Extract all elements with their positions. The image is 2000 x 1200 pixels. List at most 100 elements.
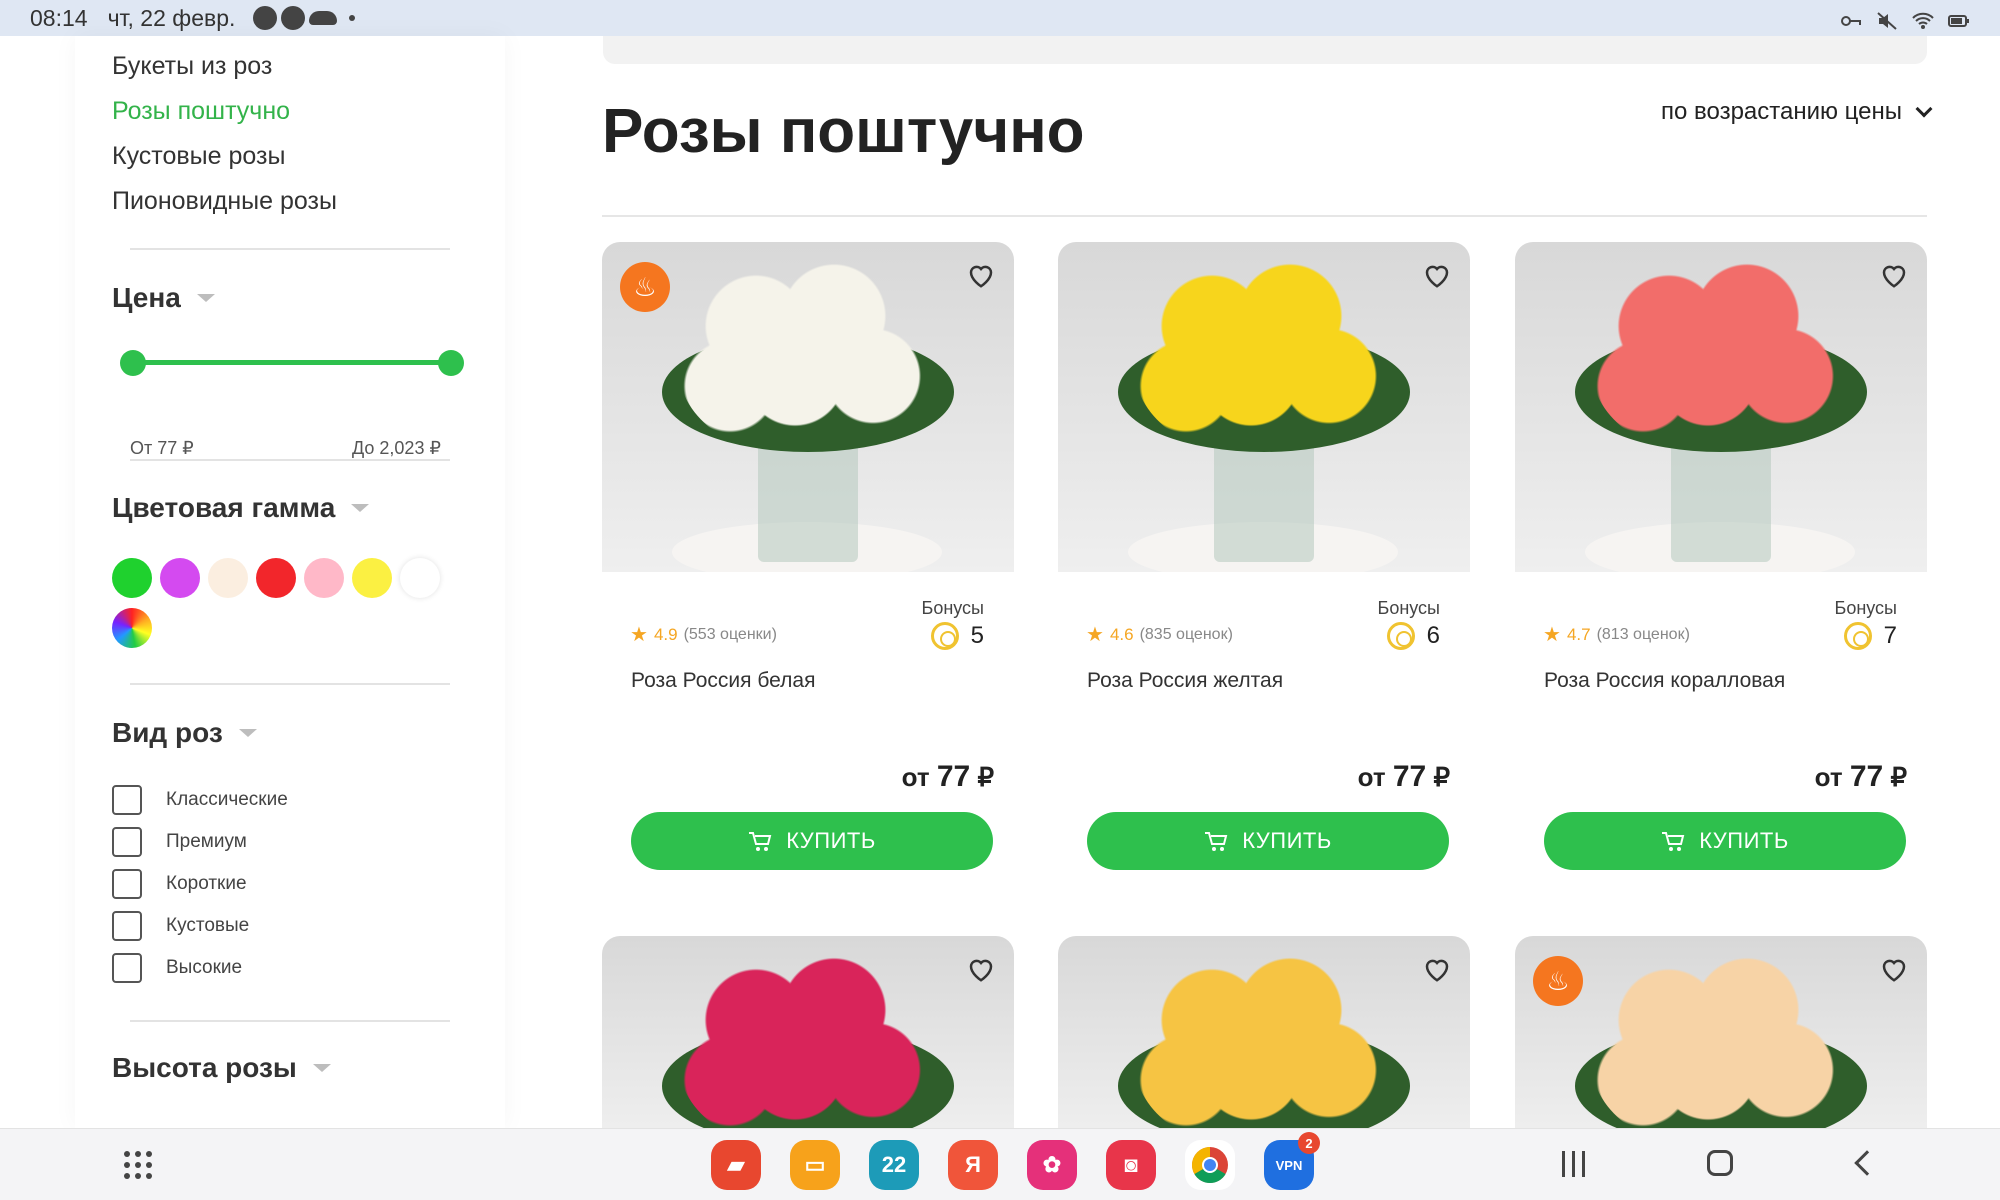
rose-type-option[interactable]: Высокие — [112, 953, 242, 983]
buy-button[interactable]: КУПИТЬ — [1087, 812, 1449, 870]
rose-type-option[interactable]: Классические — [112, 785, 288, 815]
vpn-app-icon[interactable]: VPN 2 — [1264, 1132, 1320, 1190]
bonus-coin-icon — [930, 622, 959, 650]
product-image[interactable] — [1058, 936, 1470, 1128]
color-swatch[interactable] — [256, 558, 296, 598]
bonus-points: 6 — [1386, 622, 1440, 650]
bouquet-flowers — [678, 256, 938, 456]
caret-down-icon — [238, 729, 257, 737]
product-name[interactable]: Роза Россия желтая — [1087, 669, 1283, 693]
color-swatch[interactable] — [352, 558, 392, 598]
product-image[interactable] — [1515, 242, 1927, 572]
bonus-points: 5 — [930, 622, 984, 650]
buy-button[interactable]: КУПИТЬ — [631, 812, 993, 870]
status-time: 08:14 — [30, 4, 88, 31]
product-card: ♨ ★ 4.9 (553 оценки) Бонусы 5 Роза Россия бела… — [602, 242, 1014, 882]
checkbox[interactable] — [112, 827, 142, 857]
category-link-bouquets[interactable]: Букеты из роз — [112, 52, 272, 81]
key-icon — [1840, 9, 1862, 27]
checkbox[interactable] — [112, 869, 142, 899]
color-filter-toggle[interactable]: Цветовая гамма — [112, 492, 370, 524]
product-image[interactable]: ♨ — [1515, 936, 1927, 1128]
price-slider-track[interactable] — [133, 360, 451, 365]
price-slider-max-handle[interactable] — [438, 350, 464, 376]
mute-icon — [1876, 9, 1898, 30]
bouquet-flowers — [1591, 256, 1851, 456]
product-image[interactable] — [602, 936, 1014, 1128]
divider — [130, 1020, 450, 1022]
price-amount: 77 — [1392, 760, 1427, 793]
color-swatch[interactable] — [112, 558, 152, 598]
checkbox[interactable] — [112, 785, 142, 815]
camera-app-icon[interactable]: ◙ — [1106, 1140, 1156, 1190]
sort-dropdown[interactable]: по возрастанию цены — [1661, 98, 1933, 126]
app-drawer-icon[interactable] — [124, 1151, 152, 1179]
favorite-heart-icon[interactable] — [1879, 260, 1909, 290]
chevron-down-icon — [1915, 100, 1933, 118]
product-image[interactable]: ♨ — [602, 242, 1014, 572]
divider — [602, 215, 1927, 217]
price-slider-min-handle[interactable] — [120, 350, 146, 376]
color-swatch[interactable] — [208, 558, 248, 598]
back-button[interactable] — [1854, 1150, 1880, 1176]
color-swatch[interactable] — [160, 558, 200, 598]
bonus-coin-icon — [1386, 622, 1415, 650]
checkbox[interactable] — [112, 911, 142, 941]
bonus-value: 7 — [1883, 622, 1897, 649]
recent-apps-button[interactable] — [1562, 1151, 1590, 1177]
product-name[interactable]: Роза Россия белая — [631, 669, 815, 693]
rose-type-option[interactable]: Премиум — [112, 827, 247, 857]
chrome-app-icon[interactable] — [1185, 1140, 1235, 1190]
checkbox-label: Премиум — [166, 831, 247, 852]
top-banner-strip — [603, 36, 1927, 64]
buy-button[interactable]: КУПИТЬ — [1544, 812, 1906, 870]
price-filter-title: Цена — [112, 282, 181, 313]
bouquet-flowers — [1591, 950, 1851, 1128]
yandex-app-icon[interactable]: Я — [948, 1140, 998, 1190]
notification-icon — [253, 6, 278, 30]
category-link-spray-roses[interactable]: Кустовые розы — [112, 142, 285, 171]
category-link-single-roses[interactable]: Розы поштучно — [112, 97, 290, 126]
notes-app-icon[interactable]: ▰ — [711, 1140, 761, 1190]
files-app-icon[interactable]: ▭ — [790, 1140, 840, 1190]
bonus-label: Бонусы — [1834, 598, 1898, 618]
filter-sidebar: Букеты из роз Розы поштучно Кустовые роз… — [75, 36, 505, 1128]
gallery-app-icon[interactable]: ✿ — [1027, 1140, 1077, 1190]
rose-type-option[interactable]: Кустовые — [112, 911, 249, 941]
height-filter-toggle[interactable]: Высота розы — [112, 1052, 331, 1084]
bonus-points: 7 — [1843, 622, 1897, 650]
price-filter-toggle[interactable]: Цена — [112, 282, 215, 314]
rose-type-option[interactable]: Короткие — [112, 869, 247, 899]
favorite-heart-icon[interactable] — [1879, 954, 1909, 984]
rating-count: (835 оценок) — [1139, 625, 1233, 643]
product-price: от 77 ₽ — [902, 760, 994, 794]
color-swatch-multicolor[interactable] — [112, 608, 152, 648]
rating-score: 4.7 — [1566, 624, 1591, 644]
notification-icon — [281, 6, 306, 30]
favorite-heart-icon[interactable] — [966, 260, 996, 290]
caret-down-icon — [196, 294, 215, 302]
favorite-heart-icon[interactable] — [966, 954, 996, 984]
fire-icon: ♨ — [1533, 956, 1583, 1006]
category-link-peony-roses[interactable]: Пионовидные розы — [112, 187, 337, 216]
wifi-icon — [1912, 9, 1934, 29]
battery-icon — [1948, 9, 1970, 27]
calendar-app-icon[interactable]: 22 — [869, 1140, 919, 1190]
product-name[interactable]: Роза Россия коралловая — [1544, 669, 1785, 693]
price-to-label: До 2,023 ₽ — [352, 438, 441, 458]
rose-type-filter-toggle[interactable]: Вид роз — [112, 717, 257, 749]
cloud-icon — [309, 11, 338, 25]
divider — [130, 459, 450, 461]
checkbox-label: Кустовые — [166, 915, 250, 936]
product-image[interactable] — [1058, 242, 1470, 572]
favorite-heart-icon[interactable] — [1422, 954, 1452, 984]
color-swatch[interactable] — [400, 558, 440, 598]
bonus-value: 5 — [970, 622, 984, 649]
status-bar: 08:14 чт, 22 февр. — [0, 0, 2000, 36]
caret-down-icon — [312, 1064, 331, 1072]
bouquet-flowers — [1134, 950, 1394, 1128]
checkbox[interactable] — [112, 953, 142, 983]
favorite-heart-icon[interactable] — [1422, 260, 1452, 290]
home-button[interactable] — [1707, 1150, 1733, 1176]
color-swatch[interactable] — [304, 558, 344, 598]
